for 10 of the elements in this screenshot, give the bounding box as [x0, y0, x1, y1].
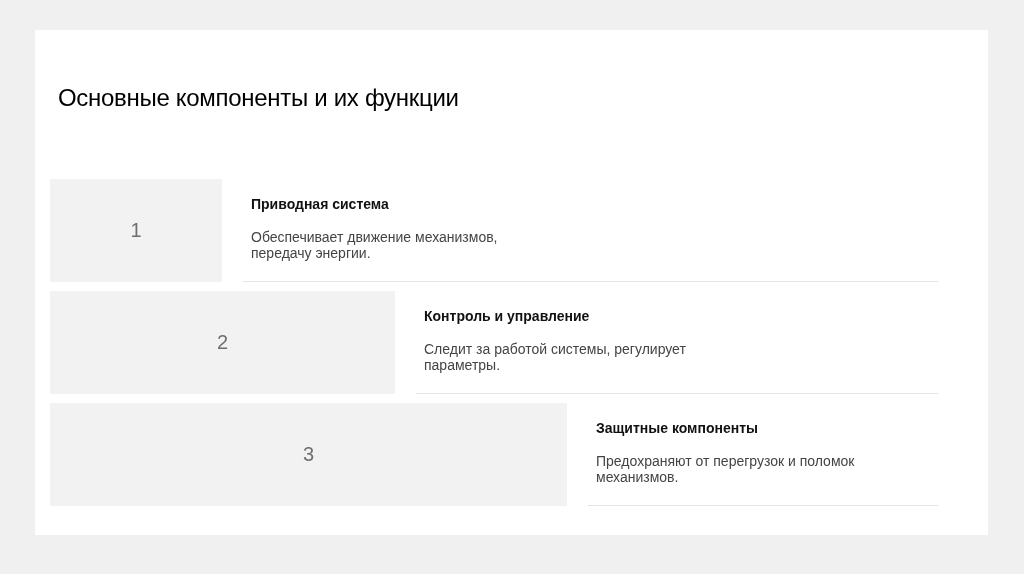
step-description: Обеспечивает движение механизмов, передачу энергии. — [251, 229, 499, 261]
step-heading: Защитные компоненты — [596, 420, 759, 436]
step-heading: Контроль и управление — [424, 308, 591, 324]
step-number: 1 — [130, 219, 142, 242]
step-description: Следит за работой системы, регулирует параметры. — [424, 341, 687, 373]
step-number: 3 — [302, 443, 315, 466]
step-number: 2 — [216, 331, 229, 354]
step-heading: Приводная система — [251, 196, 390, 212]
slide-title: Основные компоненты и их функции — [58, 84, 460, 112]
step-description: Предохраняют от перегрузок и поломок механизмов. — [596, 453, 856, 485]
